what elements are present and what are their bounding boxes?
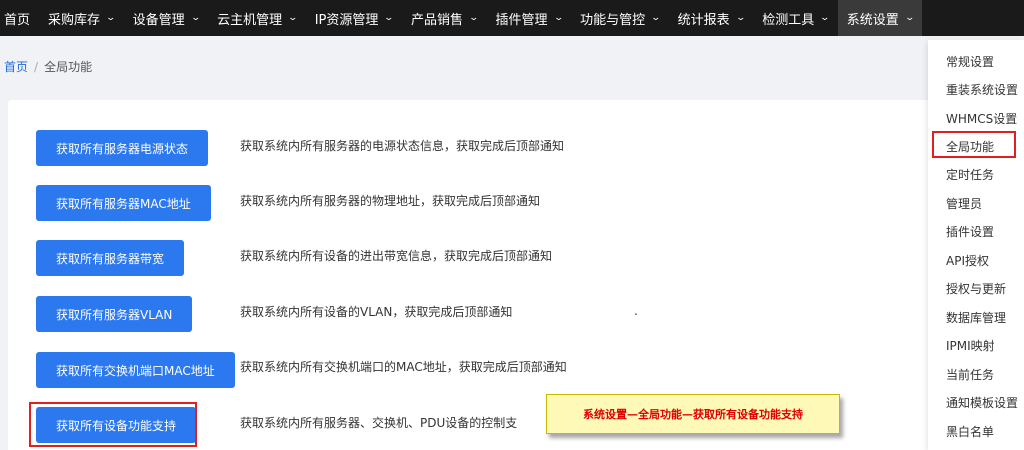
nav-label: IP资源管理 [314, 12, 379, 28]
nav-label: 首页 [4, 12, 31, 28]
function-row: 获取所有服务器VLAN [36, 296, 193, 332]
function-row: 获取所有服务器带宽 [36, 240, 185, 276]
menu-item-reinstall-settings[interactable]: 重装系统设置 [946, 81, 1018, 98]
annotation-callout: 系统设置—全局功能—获取所有设备功能支持 [546, 394, 840, 434]
menu-item-ipmi-mapping[interactable]: IPMI映射 [946, 337, 995, 354]
nav-item-detection-tools[interactable]: 检测工具 ⌄ [753, 0, 838, 36]
function-description: 获取系统内所有服务器的物理地址，获取完成后顶部通知 [240, 194, 541, 208]
chevron-down-icon: ⌄ [105, 13, 117, 23]
highlight-box [932, 131, 1016, 158]
nav-label: 产品销售 [410, 12, 463, 28]
get-all-server-vlan-button[interactable]: 获取所有服务器VLAN [36, 296, 193, 332]
breadcrumb-current: 全局功能 [44, 60, 93, 74]
function-row: 获取所有交换机端口MAC地址 [36, 352, 235, 388]
menu-item-scheduled-tasks[interactable]: 定时任务 [946, 166, 994, 183]
chevron-down-icon: ⌄ [650, 13, 662, 23]
chevron-down-icon: ⌄ [735, 13, 746, 23]
nav-label: 检测工具 [762, 12, 815, 28]
function-row: 获取所有服务器电源状态 [36, 130, 209, 166]
menu-item-notification-templates[interactable]: 通知模板设置 [946, 394, 1018, 411]
function-description: 获取系统内所有服务器、交换机、PDU设备的控制支 [240, 416, 518, 430]
get-all-switch-port-mac-button[interactable]: 获取所有交换机端口MAC地址 [36, 352, 235, 388]
menu-item-database-management[interactable]: 数据库管理 [946, 309, 1006, 326]
menu-item-general-settings[interactable]: 常规设置 [946, 53, 994, 70]
highlight-box [29, 402, 197, 447]
nav-label: 设备管理 [132, 12, 185, 28]
stray-dot: . [634, 304, 638, 318]
nav-item-system-settings[interactable]: 系统设置 ⌄ [837, 0, 923, 36]
chevron-down-icon: ⌄ [287, 13, 299, 23]
menu-item-black-white-list[interactable]: 黑白名单 [946, 423, 994, 440]
function-description: 获取系统内所有服务器的电源状态信息，获取完成后顶部通知 [240, 139, 565, 153]
nav-item-plugin-management[interactable]: 插件管理 ⌄ [487, 0, 572, 36]
breadcrumb: 首页 / 全局功能 [4, 58, 92, 75]
nav-item-device-management[interactable]: 设备管理 ⌄ [124, 0, 209, 36]
breadcrumb-separator: / [34, 60, 39, 74]
menu-item-whmcs-settings[interactable]: WHMCS设置 [946, 110, 1017, 127]
menu-item-plugin-settings[interactable]: 插件设置 [946, 223, 994, 240]
nav-label: 云主机管理 [217, 12, 283, 28]
chevron-down-icon: ⌄ [553, 13, 564, 23]
chevron-down-icon: ⌄ [383, 13, 395, 23]
top-nav: 首页 采购库存 ⌄ 设备管理 ⌄ 云主机管理 ⌄ IP资源管理 ⌄ 产品销售 ⌄ 插件管理… [0, 0, 1024, 36]
nav-item-statistics[interactable]: 统计报表 ⌄ [669, 0, 754, 36]
nav-label: 功能与管控 [580, 12, 646, 28]
get-all-server-bandwidth-button[interactable]: 获取所有服务器带宽 [36, 240, 185, 276]
nav-item-cloud-host[interactable]: 云主机管理 ⌄ [208, 0, 306, 36]
nav-item-functions-control[interactable]: 功能与管控 ⌄ [571, 0, 669, 36]
get-all-server-power-status-button[interactable]: 获取所有服务器电源状态 [36, 130, 209, 166]
chevron-down-icon: ⌄ [819, 13, 831, 23]
menu-item-api-auth[interactable]: API授权 [946, 252, 989, 269]
breadcrumb-home-link[interactable]: 首页 [4, 60, 28, 74]
nav-item-ip-resources[interactable]: IP资源管理 ⌄ [306, 0, 402, 36]
get-all-server-mac-button[interactable]: 获取所有服务器MAC地址 [36, 185, 211, 221]
nav-label: 系统设置 [846, 12, 899, 28]
nav-item-home[interactable]: 首页 [0, 0, 39, 36]
function-description: 获取系统内所有设备的进出带宽信息，获取完成后顶部通知 [240, 249, 553, 263]
chevron-down-icon: ⌄ [190, 13, 201, 23]
chevron-down-icon: ⌄ [468, 13, 480, 23]
nav-item-purchase-inventory[interactable]: 采购库存 ⌄ [39, 0, 124, 36]
nav-label: 插件管理 [495, 12, 548, 28]
menu-item-license-update[interactable]: 授权与更新 [946, 280, 1006, 297]
menu-item-administrators[interactable]: 管理员 [946, 195, 982, 212]
nav-label: 采购库存 [48, 12, 101, 28]
nav-item-product-sales[interactable]: 产品销售 ⌄ [402, 0, 487, 36]
chevron-down-icon: ⌄ [904, 13, 915, 23]
function-description: 获取系统内所有设备的VLAN，获取完成后顶部通知 [240, 305, 513, 319]
system-settings-dropdown: 常规设置 重装系统设置 WHMCS设置 全局功能 定时任务 管理员 插件设置 A… [928, 40, 1024, 450]
function-row: 获取所有服务器MAC地址 [36, 185, 211, 221]
nav-label: 统计报表 [677, 12, 730, 28]
function-description: 获取系统内所有交换机端口的MAC地址，获取完成后顶部通知 [240, 360, 567, 374]
menu-item-current-tasks[interactable]: 当前任务 [946, 366, 994, 383]
